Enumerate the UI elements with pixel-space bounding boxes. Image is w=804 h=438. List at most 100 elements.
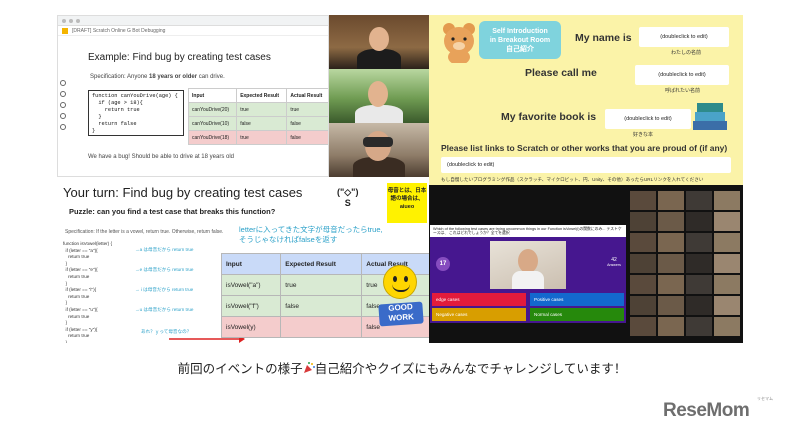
code-annotation: →e は母音だから return true xyxy=(135,267,194,272)
photo-caption: 前回のイベントの様子 自己紹介やクイズにもみんなでチャレンジしています！ xyxy=(0,358,804,377)
jp-note-line2: そうじゃなければfalseを返す xyxy=(239,235,338,244)
webcam-column xyxy=(329,15,429,177)
table-header: Expected Result xyxy=(280,253,363,275)
emoticon-drawing: ("◇") S xyxy=(337,187,358,208)
self-introduction-slide: Self Introduction in Breakout Room 自己紹介 … xyxy=(429,15,743,185)
table-row: canYouDrive(10) false false xyxy=(187,116,328,131)
your-turn-slide: Your turn: Find bug by creating test cas… xyxy=(57,177,429,343)
participant-video-tile xyxy=(686,275,712,294)
example-spec: Specification: Anyone 18 years or older … xyxy=(90,74,225,80)
participant-video-tile xyxy=(714,212,740,231)
participant-body xyxy=(355,105,403,123)
answer-option[interactable]: Normal cases xyxy=(530,308,624,321)
spec-prefix: Specification: Anyone xyxy=(90,74,150,80)
party-popper-icon xyxy=(303,362,315,373)
jp-note-line1: letterに入ってきた文字が母音だったらtrue, xyxy=(239,225,383,234)
drawing-toolbar xyxy=(60,80,68,130)
code-annotation: →u は母音だから return true xyxy=(135,307,194,312)
participant-video-tile xyxy=(714,275,740,294)
good-work-sticker: GOOD WORK xyxy=(378,301,424,327)
participant-video-tile xyxy=(686,296,712,315)
quiz-screen: Which of the following test cases are tr… xyxy=(430,225,626,323)
table-cell: true xyxy=(280,274,363,296)
answer-option[interactable]: Negative cases xyxy=(432,308,526,321)
spec-bold: 18 years or older xyxy=(149,74,198,80)
highlighter-tool-icon xyxy=(60,91,66,97)
webcam-tile xyxy=(329,69,429,123)
table-header: Input xyxy=(187,88,238,103)
table-cell: isVowel("a") xyxy=(220,274,282,296)
intro-title-jp: 自己紹介 xyxy=(506,46,534,53)
table-cell: isVowel("f") xyxy=(220,295,282,317)
webcam-tile xyxy=(329,15,429,69)
bug-note: We have a bug! Should be able to drive a… xyxy=(88,154,234,160)
browser-tab-bar xyxy=(58,16,328,26)
laser-tool-icon xyxy=(60,113,66,119)
slides-app-bar: [DRAFT] Scratch Online G Bot Debugging xyxy=(58,26,328,36)
call-label: Please call me xyxy=(525,67,597,79)
webcam-tile xyxy=(329,123,429,177)
participant-video-tile xyxy=(658,317,684,336)
participant-video-tile xyxy=(658,233,684,252)
table-cell: canYouDrive(10) xyxy=(187,116,238,131)
participant-video-tile xyxy=(658,254,684,273)
links-label: Please list links to Scratch or other wo… xyxy=(441,143,728,153)
table-cell: isVowel(y) xyxy=(220,316,282,338)
handwritten-jp-note: letterに入ってきた文字が母音だったらtrue, そうじゃなければfalse… xyxy=(239,225,383,245)
book-jp: 好きな本 xyxy=(633,132,654,138)
table-header: Actual Result xyxy=(286,88,328,103)
table-cell xyxy=(280,316,363,338)
spec-suffix: can drive. xyxy=(197,74,225,80)
your-turn-title: Your turn: Find bug by creating test cas… xyxy=(63,185,303,200)
answers-label: Answers xyxy=(607,263,621,267)
table-cell: true xyxy=(236,130,288,145)
quiz-and-gallery: Which of the following test cases are tr… xyxy=(429,185,743,343)
vowel-spec: Specification: If the letter is a vowel,… xyxy=(65,229,224,235)
participant-video-tile xyxy=(630,317,656,336)
table-row: canYouDrive(20) true true xyxy=(187,102,328,117)
intro-title-line1: Self Introduction xyxy=(492,28,548,35)
example-slide-title: Example: Find bug by creating test cases xyxy=(88,52,271,63)
participant-video-tile xyxy=(658,296,684,315)
site-logo: ReseMom xyxy=(663,400,750,421)
links-field[interactable]: (doubleclick to edit) xyxy=(441,157,731,173)
answer-option[interactable]: edge cases xyxy=(432,293,526,306)
site-logo-kana: リセマム xyxy=(757,396,773,401)
name-label: My name is xyxy=(575,32,632,44)
quiz-timer: 17 xyxy=(436,257,450,271)
participant-body xyxy=(357,49,401,69)
links-jp: もし自慢したいプログラミング作品（スクラッチ、マイクロビット、円、Unity、そ… xyxy=(441,177,704,182)
participant-video-tile xyxy=(658,212,684,231)
smiley-sticker-icon xyxy=(383,265,417,299)
intro-title-tab: Self Introduction in Breakout Room 自己紹介 xyxy=(479,21,561,59)
sticky-note: 母音とは、日本語の場合は、aiueo xyxy=(387,183,427,223)
participant-video-tile xyxy=(714,317,740,336)
caption-before: 前回のイベントの様子 xyxy=(177,362,303,376)
table-header: Expected Result xyxy=(236,88,288,103)
table-cell: false xyxy=(236,116,288,131)
puzzle-text: Puzzle: can you find a test case that br… xyxy=(69,207,276,216)
table-header: Input xyxy=(220,253,282,275)
book-field[interactable]: (doubleclick to edit) xyxy=(605,109,691,129)
participant-head xyxy=(368,81,388,107)
call-field[interactable]: (doubleclick to edit) xyxy=(635,65,729,85)
participant-video-tile xyxy=(630,191,656,210)
table-cell: canYouDrive(20) xyxy=(187,102,238,117)
code-annotation: → i は母音だから return true xyxy=(135,287,194,292)
caption-after: 自己紹介やクイズにもみんなでチャレンジしています！ xyxy=(314,362,627,376)
participant-head xyxy=(369,27,389,51)
quiz-question: Which of the following test cases are tr… xyxy=(430,225,626,237)
eraser-tool-icon xyxy=(60,102,66,108)
answer-option[interactable]: Positive cases xyxy=(530,293,624,306)
participant-video-tile xyxy=(686,317,712,336)
quiz-image xyxy=(490,241,566,289)
slides-logo-icon xyxy=(62,27,68,34)
name-field[interactable]: (doubleclick to edit) xyxy=(639,27,729,47)
books-icon xyxy=(693,103,727,130)
example-slide-screenshot: [DRAFT] Scratch Online G Bot Debugging E… xyxy=(57,15,329,177)
participant-video-tile xyxy=(686,254,712,273)
participant-video-tile xyxy=(630,296,656,315)
event-photo-collage: [DRAFT] Scratch Online G Bot Debugging E… xyxy=(57,15,743,343)
participant-video-tile xyxy=(630,275,656,294)
table-row: canYouDrive(18) true false xyxy=(187,130,328,145)
